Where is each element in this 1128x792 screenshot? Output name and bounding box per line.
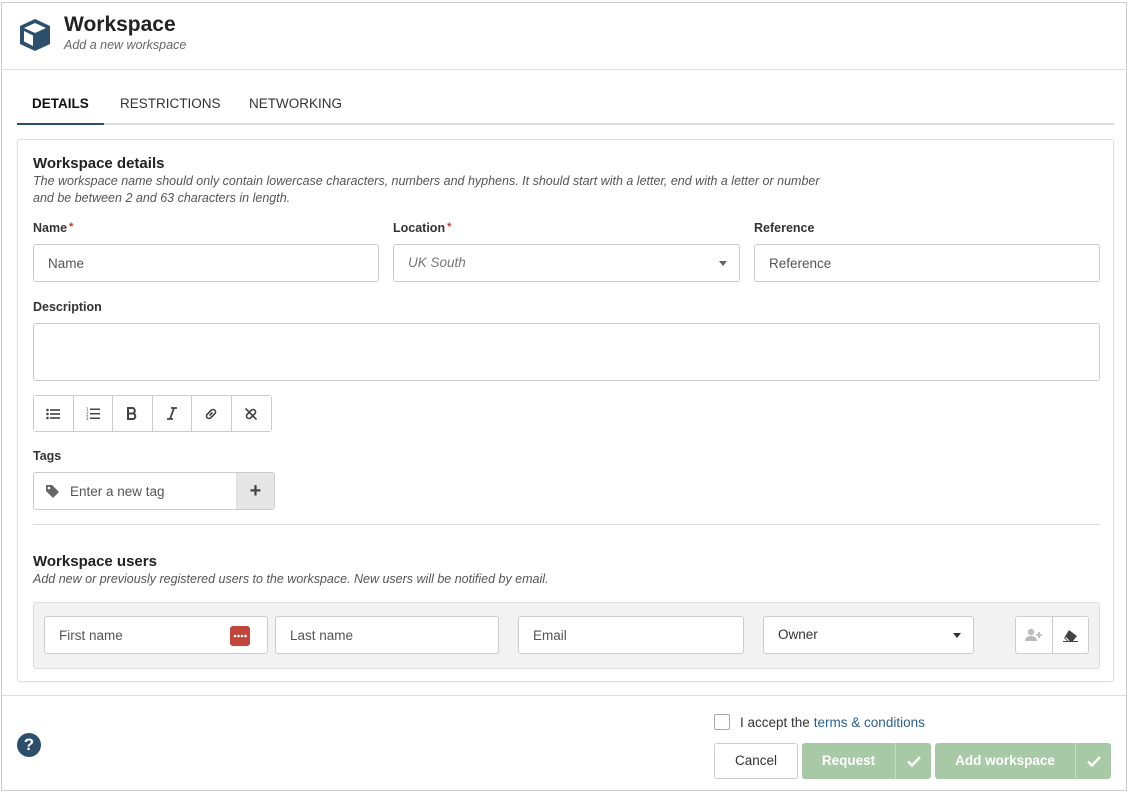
check-icon (1075, 743, 1111, 779)
bold-icon (127, 407, 137, 420)
tab-bar: DETAILS RESTRICTIONS NETWORKING (17, 86, 1114, 125)
location-value: UK South (408, 255, 466, 270)
italic-button[interactable] (152, 396, 192, 431)
required-marker: * (69, 221, 74, 233)
description-textarea[interactable] (33, 323, 1100, 381)
description-label: Description (33, 300, 102, 314)
cancel-button[interactable]: Cancel (714, 743, 798, 779)
terms-link[interactable]: terms & conditions (814, 715, 925, 730)
link-button[interactable] (192, 396, 232, 431)
tab-details[interactable]: DETAILS (17, 86, 104, 125)
numbered-list-button[interactable]: 123 (73, 396, 113, 431)
first-name-group (44, 616, 268, 654)
page-title: Workspace (64, 13, 176, 36)
location-select[interactable]: UK South (393, 244, 740, 282)
add-user-icon (1024, 628, 1042, 641)
terms-checkbox[interactable] (714, 714, 730, 730)
reference-label: Reference (754, 221, 815, 235)
location-label: Location * (393, 221, 452, 235)
unlink-button[interactable] (231, 396, 271, 431)
section-divider (33, 524, 1100, 525)
details-panel: Workspace details The workspace name sho… (17, 139, 1114, 682)
workspace-details-title: Workspace details (33, 155, 165, 172)
name-input[interactable] (33, 244, 379, 282)
tag-input[interactable] (70, 473, 236, 509)
tab-restrictions[interactable]: RESTRICTIONS (105, 86, 236, 125)
tag-input-group: + (33, 472, 275, 510)
dialog-footer: ? I accept the terms & conditions Cancel… (2, 695, 1126, 791)
user-entry-row: Owner (33, 602, 1100, 669)
request-button[interactable]: Request (802, 743, 931, 779)
cube-icon (20, 19, 50, 51)
last-name-input[interactable] (275, 616, 499, 654)
tab-networking[interactable]: NETWORKING (234, 86, 357, 125)
check-icon (895, 743, 931, 779)
reference-input[interactable] (754, 244, 1100, 282)
clear-user-button[interactable] (1053, 617, 1089, 653)
workspace-details-help-line-2: and be between 2 and 63 characters in le… (33, 191, 291, 205)
svg-text:3: 3 (86, 416, 89, 420)
add-user-button[interactable] (1016, 617, 1053, 653)
user-actions (1015, 616, 1089, 654)
role-select[interactable]: Owner (763, 616, 974, 654)
unlink-icon (245, 407, 258, 420)
chevron-down-icon (719, 261, 727, 266)
name-label: Name * (33, 221, 74, 235)
terms-acceptance: I accept the terms & conditions (714, 714, 925, 730)
workspace-dialog: Workspace Add a new workspace DETAILS RE… (1, 2, 1127, 791)
eraser-icon (1062, 629, 1078, 642)
role-value: Owner (778, 627, 818, 642)
workspace-users-help: Add new or previously registered users t… (33, 572, 549, 586)
tag-icon (34, 473, 70, 509)
email-input[interactable] (518, 616, 744, 654)
chevron-down-icon (953, 633, 961, 638)
add-tag-button[interactable]: + (236, 473, 274, 509)
bold-button[interactable] (113, 396, 153, 431)
workspace-details-help-line-1: The workspace name should only contain l… (33, 174, 820, 188)
add-workspace-button[interactable]: Add workspace (935, 743, 1111, 779)
page-subtitle: Add a new workspace (64, 38, 187, 52)
link-icon (205, 408, 217, 419)
help-icon[interactable]: ? (17, 733, 41, 757)
tags-label: Tags (33, 449, 62, 463)
italic-icon (166, 407, 177, 420)
dialog-header: Workspace Add a new workspace (2, 3, 1126, 70)
bulleted-list-icon (46, 408, 61, 419)
formatting-toolbar: 123 (33, 395, 272, 432)
numbered-list-icon: 123 (86, 407, 100, 420)
request-button-label: Request (821, 753, 876, 768)
password-manager-icon[interactable] (230, 626, 250, 646)
add-workspace-button-label: Add workspace (955, 753, 1055, 768)
workspace-users-title: Workspace users (33, 553, 157, 570)
bulleted-list-button[interactable] (34, 396, 74, 431)
terms-text: I accept the (740, 714, 810, 730)
required-marker: * (447, 221, 452, 233)
